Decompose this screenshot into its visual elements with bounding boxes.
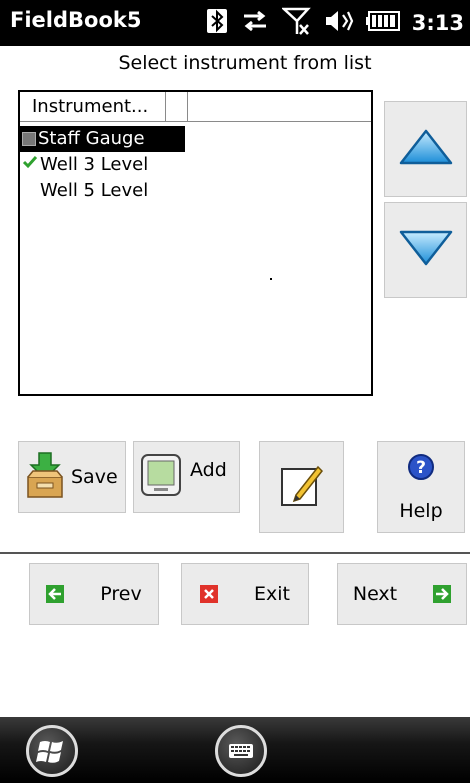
clock: 3:13 bbox=[411, 11, 464, 35]
divider bbox=[0, 552, 470, 554]
down-arrow-icon bbox=[397, 226, 455, 275]
device-icon bbox=[140, 453, 182, 502]
keyboard-button[interactable] bbox=[215, 725, 267, 777]
list-header: Instrument... bbox=[20, 92, 371, 122]
prev-label: Prev bbox=[100, 583, 142, 605]
windows-logo-icon bbox=[36, 741, 63, 763]
checkmark-icon bbox=[20, 152, 40, 178]
list-item[interactable]: Well 3 Level bbox=[20, 152, 148, 178]
keyboard-icon bbox=[229, 744, 253, 758]
scroll-down-button[interactable] bbox=[384, 202, 467, 298]
exit-button[interactable]: Exit bbox=[181, 563, 309, 625]
svg-text:?: ? bbox=[416, 458, 426, 478]
edit-button[interactable] bbox=[259, 441, 344, 533]
add-label: Add bbox=[190, 459, 227, 481]
column-header-blank[interactable] bbox=[166, 92, 188, 121]
save-box-icon bbox=[25, 451, 65, 504]
selection-marker-icon bbox=[22, 132, 36, 146]
add-button[interactable]: Add bbox=[133, 441, 240, 513]
prev-button[interactable]: Prev bbox=[29, 563, 159, 625]
list-item[interactable]: Well 5 Level bbox=[20, 178, 148, 204]
battery-icon bbox=[365, 10, 400, 36]
list-item[interactable]: Staff Gauge bbox=[20, 126, 185, 152]
status-bar: FieldBook5 3:13 bbox=[0, 0, 470, 46]
save-label: Save bbox=[71, 466, 118, 488]
instrument-list[interactable]: Instrument... Staff Gauge Well 3 Level W… bbox=[18, 90, 373, 396]
column-header-instrument[interactable]: Instrument... bbox=[20, 92, 166, 121]
next-button[interactable]: Next bbox=[337, 563, 467, 625]
help-icon: ? bbox=[407, 453, 435, 486]
windows-start-button[interactable] bbox=[26, 725, 78, 777]
left-arrow-icon bbox=[46, 585, 65, 603]
data-transfer-icon bbox=[240, 8, 270, 38]
page-subtitle: Select instrument from list bbox=[118, 52, 372, 74]
right-arrow-icon bbox=[433, 585, 452, 603]
edit-pencil-icon bbox=[278, 461, 326, 514]
system-taskbar bbox=[0, 717, 470, 783]
bluetooth-icon bbox=[206, 8, 228, 38]
next-label: Next bbox=[352, 583, 398, 605]
scroll-up-button[interactable] bbox=[384, 101, 467, 197]
status-icons: 3:13 bbox=[206, 6, 464, 40]
no-signal-icon bbox=[280, 6, 312, 40]
help-label: Help bbox=[399, 499, 443, 522]
save-button[interactable]: Save bbox=[18, 441, 126, 513]
help-button[interactable]: ? Help bbox=[377, 441, 465, 533]
app-title: FieldBook5 bbox=[10, 8, 142, 32]
volume-icon bbox=[324, 8, 354, 38]
up-arrow-icon bbox=[397, 125, 455, 174]
exit-label: Exit bbox=[254, 583, 290, 605]
close-icon bbox=[200, 585, 218, 603]
stray-dot bbox=[270, 278, 272, 280]
